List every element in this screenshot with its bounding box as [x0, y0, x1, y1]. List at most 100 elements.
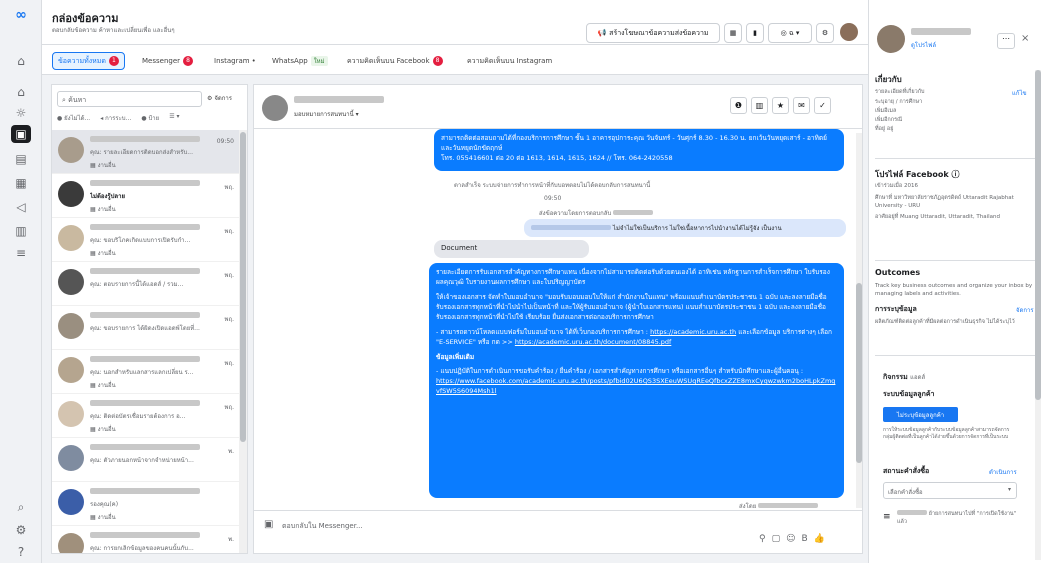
stats-button[interactable]: ▮ — [746, 23, 764, 43]
filter-more[interactable]: ☰ ▾ — [169, 113, 179, 125]
link[interactable]: https://academic.uru.ac.th — [650, 328, 736, 336]
content-icon[interactable]: ▤ — [11, 150, 31, 168]
star-icon: ★ — [776, 101, 785, 110]
avatar — [58, 445, 84, 471]
emoji-icon[interactable]: ▣ — [264, 519, 273, 530]
search-input[interactable]: ⌕ ค้นหา — [57, 91, 202, 107]
tab-facebook-comments[interactable]: ความคิดเห็นบน Facebook 8 — [347, 53, 443, 69]
contact-name-redacted — [90, 356, 200, 362]
conversation-item[interactable]: ไม่ต้องรู้ปลาย ▦ งานอื่น พฤ. — [52, 174, 240, 218]
contact-name-redacted — [90, 312, 200, 318]
edit-link[interactable]: แก้ไข — [1012, 88, 1027, 98]
mail-icon: ✉ — [798, 101, 805, 110]
page-avatar[interactable] — [840, 23, 858, 41]
settings-icon[interactable]: ⚙ — [11, 521, 31, 539]
customer-data-title: ระบบข้อมูลลูกค้า — [883, 390, 935, 398]
insights-icon[interactable]: ▥ — [11, 222, 31, 240]
tab-instagram-comments[interactable]: ความคิดเห็นบน Instagram — [467, 53, 552, 69]
done-button[interactable]: ✓ — [814, 97, 831, 114]
conversation-item[interactable]: คุณ: ขอบริโภคเกิดแบบการเปิดรับกำ... ▦ งาน… — [52, 218, 240, 262]
thumbs-up-icon[interactable]: 👍 — [814, 534, 831, 544]
order-select[interactable]: เลือกคำสั่งซื้อ ▾ — [883, 482, 1017, 499]
chat-header: มอบหมายการสนทนานี้ ▾ ❶ ▥ ★ ✉ ✓ — [254, 85, 862, 129]
home-icon-2[interactable]: ⌂ — [11, 83, 31, 101]
calendar-icon[interactable]: ▦ — [11, 174, 31, 192]
filter-icon: ≡ — [883, 512, 891, 522]
contact-name-redacted — [90, 136, 200, 142]
menu-icon[interactable]: ≡ — [11, 244, 31, 262]
grid-button[interactable]: ▦ — [724, 23, 742, 43]
conversation-item[interactable]: คุณ: ติดต่อบัตรเชื่อมรายต้องการ อ... ▦ งา… — [52, 394, 240, 438]
label-tag: ▦ งานอื่น — [90, 162, 116, 169]
tab-all-messages[interactable]: ข้อความทั้งหมด 1 — [52, 52, 125, 70]
trash-button[interactable]: ▥ — [751, 97, 768, 114]
bold-icon[interactable]: B — [802, 534, 814, 544]
conversation-item[interactable]: คุณ: ตอบรายการนี้ได้แอดส์ / รวม... พฤ. — [52, 262, 240, 306]
status-link[interactable]: ดำเนินการ — [989, 467, 1017, 477]
scrollbar-thumb[interactable] — [1035, 70, 1041, 400]
filter-labels[interactable]: ● ป้าย — [141, 113, 159, 125]
star-button[interactable]: ★ — [772, 97, 789, 114]
customer-data-button[interactable]: ไม่ระบุข้อมูลลูกค้า — [883, 407, 958, 422]
document-bubble[interactable]: Document — [434, 240, 589, 258]
conversation-item[interactable]: คุณ: รายละเอียดการติดบอกส่งสำหรับ... ▦ งา… — [52, 130, 240, 174]
conversation-item[interactable]: คุณ: นอกสำหรับแลกสารแลกเปลี่ยน ร... ▦ งาน… — [52, 350, 240, 394]
contact-avatar[interactable] — [262, 95, 288, 121]
mail-button[interactable]: ✉ — [793, 97, 810, 114]
help-icon[interactable]: ? — [11, 543, 31, 561]
view-profile-link[interactable]: ดูโปรไฟล์ — [911, 40, 936, 50]
manage-link[interactable]: จัดการ — [1016, 305, 1034, 315]
avatar — [58, 313, 84, 339]
contact-name-redacted — [294, 96, 384, 103]
link[interactable]: https://www.facebook.com/academic.uru.ac… — [436, 377, 835, 395]
link[interactable]: https://academic.uru.ac.th/document/0884… — [515, 338, 671, 346]
settings-button[interactable]: ⚙ — [816, 23, 834, 43]
conversation-item[interactable]: คุณ: ตัวภายนอกหน้าจากจำหน่ายหน้า... พ. — [52, 438, 240, 482]
timestamp: 09:50 — [544, 195, 562, 202]
assign-conversation-dropdown[interactable]: มอบหมายการสนทนานี้ ▾ — [294, 109, 359, 119]
contact-name-redacted — [90, 180, 200, 186]
tab-messenger[interactable]: Messenger 8 — [142, 53, 194, 69]
avatar — [58, 533, 84, 553]
tab-instagram[interactable]: Instagram • — [214, 53, 256, 69]
conversation-item[interactable]: รองคุณ(ค) ▦ งานอื่น — [52, 482, 240, 526]
top-bar: กล่องข้อความ ตอบกลับข้อความ ค้าหาและเปลี… — [42, 0, 868, 45]
manage-button[interactable]: ⚙ จัดการ — [207, 93, 232, 103]
conversation-item[interactable]: คุณ: การยกเลิกข้อมูลของคนคนนั้นกับ... พ. — [52, 526, 240, 553]
inbox-icon[interactable]: ▣ — [11, 125, 31, 143]
language-dropdown[interactable]: ◎ ฉ ▾ — [768, 23, 812, 43]
info-button[interactable]: ❶ — [730, 97, 747, 114]
scrollbar-thumb[interactable] — [240, 132, 246, 442]
order-status-title: สถานะคำสั่งซื้อ — [883, 467, 930, 475]
conversation-item[interactable]: คุณ: ขอบรายการ ได้ผิดงเปิดแอดพ์โดยที่...… — [52, 306, 240, 350]
composer-tools: ⚲▢☺B👍 — [759, 534, 831, 544]
close-icon[interactable]: × — [1021, 33, 1029, 44]
search-icon[interactable]: ⌕ — [11, 498, 31, 516]
filter-unread[interactable]: ● ยังไม่ได้... — [57, 113, 90, 125]
attach-icon[interactable]: ⚲ — [759, 534, 772, 544]
create-ad-button[interactable]: 📢 สร้างโฆษณาข้อความส่งข้อความ — [586, 23, 720, 43]
activity-icon[interactable]: ☼ — [11, 104, 31, 122]
message-bubble-outgoing: รายละเอียดการรับเอกสารสำคัญทางการศึกษาแท… — [429, 263, 844, 498]
chat-scrollbar[interactable] — [856, 133, 862, 508]
outcomes-title: Outcomes — [875, 268, 921, 277]
trash-icon: ▥ — [755, 101, 764, 110]
info-icon: ⓘ — [951, 170, 960, 179]
meta-logo-icon[interactable]: ∞ — [11, 6, 31, 24]
gear-icon: ⚙ — [207, 95, 213, 102]
tab-whatsapp[interactable]: WhatsApp ใหม่ — [272, 53, 328, 69]
home-icon[interactable]: ⌂ — [11, 52, 31, 70]
panel-scrollbar[interactable] — [1035, 70, 1041, 560]
scrollbar-thumb[interactable] — [856, 283, 862, 463]
message-input[interactable]: ตอบกลับใน Messenger... — [282, 521, 363, 532]
chat-icon[interactable]: ▢ — [772, 534, 787, 544]
more-button[interactable]: ⋯ — [997, 33, 1015, 49]
ads-icon[interactable]: ◁ — [11, 198, 31, 216]
list-scrollbar[interactable] — [239, 130, 247, 553]
bar-chart-icon: ▮ — [753, 29, 757, 37]
avatar — [58, 181, 84, 207]
document-label: Document — [441, 244, 478, 252]
filter-assigned[interactable]: ◂ การระบ... — [100, 113, 131, 125]
divider — [875, 260, 1035, 261]
smile-icon[interactable]: ☺ — [786, 534, 801, 544]
